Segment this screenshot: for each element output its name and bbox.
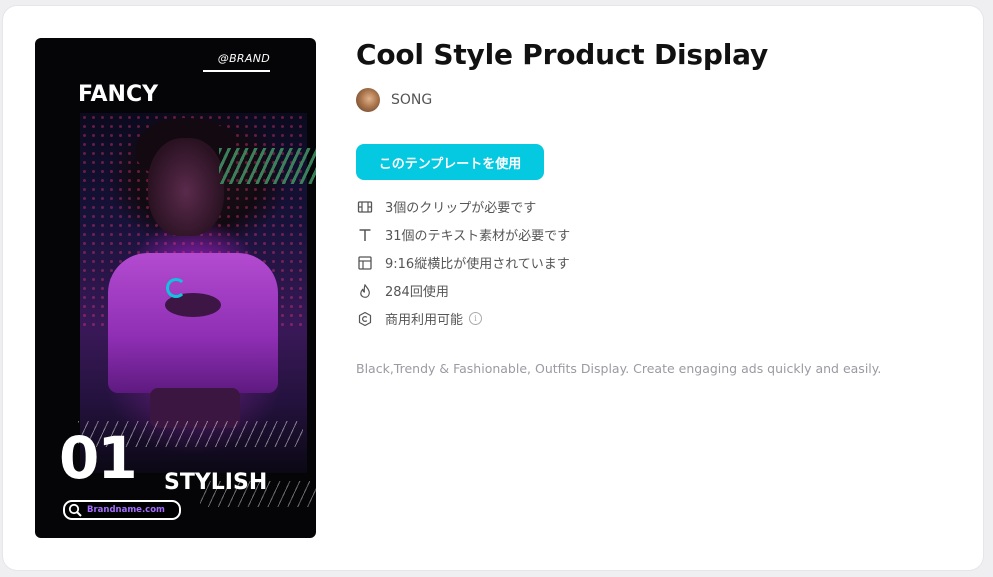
feature-clips: 3個のクリップが必要です: [357, 197, 536, 216]
overlay-subheading: STYLISH: [164, 470, 268, 495]
model-face: [148, 138, 224, 236]
shield-copyright-icon: [357, 311, 373, 327]
loading-spinner-icon: [166, 278, 186, 298]
author-row[interactable]: SONG: [356, 88, 432, 112]
template-description: Black,Trendy & Fashionable, Outfits Disp…: [356, 361, 882, 376]
template-title: Cool Style Product Display: [356, 38, 769, 71]
author-name[interactable]: SONG: [391, 92, 432, 108]
search-icon: [68, 503, 82, 517]
decor-stripes-top: [219, 148, 316, 184]
feature-label: 284回使用: [385, 285, 449, 300]
feature-usage-count: 284回使用: [357, 281, 449, 300]
feature-texts: 31個のテキスト素材が必要です: [357, 225, 570, 244]
use-template-button[interactable]: このテンプレートを使用: [356, 144, 544, 180]
overlay-search-bar: Brandname.com: [63, 500, 181, 520]
overlay-brand-underline: [203, 70, 270, 72]
info-icon[interactable]: i: [469, 312, 483, 325]
overlay-search-text: Brandname.com: [87, 505, 165, 515]
model-top: [108, 253, 278, 393]
layout-icon: [357, 255, 373, 271]
text-icon: [357, 227, 373, 243]
feature-aspect-ratio: 9:16縦横比が使用されています: [357, 253, 570, 272]
template-preview[interactable]: @BRAND FANCY 01 STYLISH Brandname.com: [35, 38, 316, 538]
film-icon: [357, 199, 373, 215]
feature-label: 3個のクリップが必要です: [385, 201, 537, 216]
feature-label: 商用利用可能: [385, 313, 464, 328]
avatar[interactable]: [356, 88, 380, 112]
overlay-brand-handle: @BRAND: [217, 52, 270, 65]
overlay-number: 01: [59, 424, 138, 492]
feature-commercial-use: 商用利用可能 i: [357, 309, 483, 328]
feature-label: 31個のテキスト素材が必要です: [385, 229, 571, 244]
flame-icon: [357, 283, 373, 299]
overlay-heading: FANCY: [78, 82, 159, 107]
feature-label: 9:16縦横比が使用されています: [385, 257, 570, 272]
